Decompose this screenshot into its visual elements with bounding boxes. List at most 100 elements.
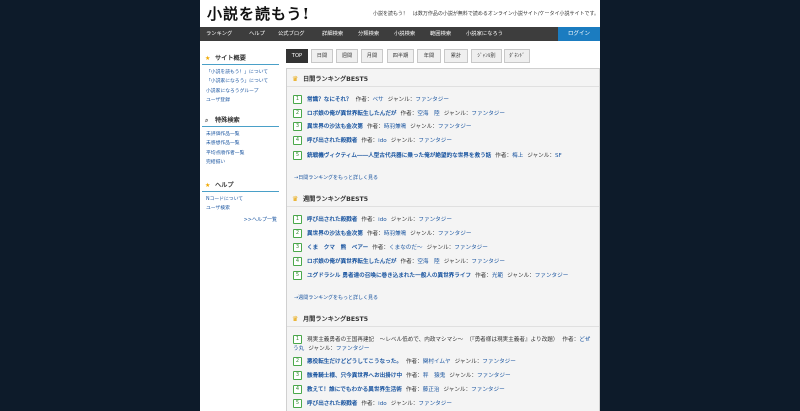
sidebar-link-group[interactable]: 小説家になろうグループ [206,87,279,96]
sidebar-link-register[interactable]: ユーザ登録 [206,96,279,105]
author-link[interactable]: 時羽兼鳴 [384,124,406,130]
author-link[interactable]: 関村イムヤ [423,359,451,365]
author-link[interactable]: 秤 猿鬼 [423,373,445,379]
weekly-ranking: ♛ 週間ランキングBEST5 1 呼び出された殺戮者 作者：ido ジャンル：ファンタジ… [287,193,599,301]
site-tagline: 小説を読もう！ は数万作品の小説が無料で読めるオンライン小説サイト/ケータイ小説… [373,11,600,17]
sidebar-link-about-yomou[interactable]: 「小説を読もう！」について [206,68,279,77]
novel-title[interactable]: ユグドラシル 勇者達の召喚に巻き込まれた一般人の異世界ライフ [307,273,471,279]
daily-ranking: ♛ 日間ランキングBEST5 1 常識？なにそれ？ 作者：ベサ ジャンル：ファンタジー … [287,73,599,181]
novel-title[interactable]: 教えて！誰にでもわかる異世界生活術 [307,387,402,393]
author-link[interactable]: ベサ [372,97,383,103]
ranking-row: 1 常識？なにそれ？ 作者：ベサ ジャンル：ファンタジー [293,95,593,105]
tab-weekly[interactable]: 週間 [336,49,358,63]
sidebar-link-unrated[interactable]: 未評価作品一覧 [206,130,279,139]
genre-link[interactable]: ファンタジー [418,401,452,407]
nav-narou[interactable]: 小説家になろう [466,27,503,41]
genre-link[interactable]: SF [555,153,562,159]
novel-title[interactable]: 現実主義勇者の王国再建記 ～レベル低めで、内政マシマシ～ （『勇者様は現実主義者… [307,337,558,343]
tab-quarterly[interactable]: 四半期 [387,49,414,63]
novel-title[interactable]: ロボ娘の俺が異世界転生したんだが [307,111,397,117]
crown-icon: ♛ [292,195,299,203]
nav-detail-search[interactable]: 詳細検索 [322,27,343,41]
novel-title[interactable]: 呼び出された殺戮者 [307,401,357,407]
novel-title[interactable]: 常識？なにそれ？ [307,97,352,103]
sidebar-link-user-search[interactable]: ユーザ検索 [206,204,279,213]
genre-link[interactable]: ファンタジー [477,373,511,379]
search-icon: ⌕ [205,117,209,124]
login-button[interactable]: ログイン [558,27,600,41]
author-link[interactable]: 時羽兼鳴 [384,231,406,237]
nav-official-blog[interactable]: 公式ブログ [278,27,305,41]
sidebar-link-avg-authors[interactable]: 平均点順作者一覧 [206,149,279,158]
rank-badge: 1 [293,95,302,104]
novel-title[interactable]: 異世界の沙汰も金次第 [307,124,363,130]
author-link[interactable]: 藤正治 [423,387,440,393]
novel-title[interactable]: 呼び出された殺戮者 [307,138,357,144]
ranking-row: 1 呼び出された殺戮者 作者：ido ジャンル：ファンタジー [293,215,593,225]
genre-link[interactable]: ファンタジー [471,387,505,393]
tab-daily[interactable]: 日間 [311,49,333,63]
nav-range-search[interactable]: 範囲検索 [430,27,451,41]
main-nav: ランキング ヘルプ 公式ブログ 詳細検索 分類検索 小説検索 範囲検索 小説家に… [200,27,600,41]
genre-link[interactable]: ファンタジー [438,231,472,237]
genre-link[interactable]: ファンタジー [415,97,449,103]
rank-badge: 5 [293,151,302,160]
ranking-row: 5 ユグドラシル 勇者達の召喚に巻き込まれた一般人の異世界ライフ 作者：光範 ジャンル… [293,271,593,281]
author-link[interactable]: ido [378,217,387,223]
monthly-ranking: ♛ 月間ランキングBEST5 1 現実主義勇者の王国再建記 ～レベル低めで、内政マシ… [287,313,599,408]
nav-help[interactable]: ヘルプ [249,27,265,41]
tab-top[interactable]: TOP [286,49,308,63]
novel-title[interactable]: 骸骨騎士様、只今異世界へお出掛け中 [307,373,402,379]
sidebar-overview-title: ★ サイト概要 [202,53,279,65]
genre-link[interactable]: ファンタジー [471,111,505,117]
weekly-more-link[interactable]: →週間ランキングをもっと詳しく見る [294,294,378,301]
rank-badge: 3 [293,122,302,131]
nav-novel-search[interactable]: 小説検索 [394,27,415,41]
novel-title[interactable]: 呼び出された殺戮者 [307,217,357,223]
sidebar-help: ★ ヘルプ Nコードについて ユーザ検索 >>ヘルプ一覧 [202,180,279,223]
sidebar-link-ncode[interactable]: Nコードについて [206,195,279,204]
novel-title[interactable]: 銃戦機ヴィクティム――人型古代兵器に乗った俺が絶望的な世界を救う話 [307,153,491,159]
ranking-panel: ♛ 日間ランキングBEST5 1 常識？なにそれ？ 作者：ベサ ジャンル：ファンタジー … [286,68,600,411]
novel-title[interactable]: 悪役転生だけどどうしてこうなった。 [307,359,402,365]
nav-category-search[interactable]: 分類検索 [358,27,379,41]
tab-total[interactable]: 累計 [444,49,468,63]
rank-badge: 1 [293,335,302,344]
nav-ranking[interactable]: ランキング [206,27,232,41]
ranking-row: 3 骸骨騎士様、只今異世界へお出掛け中 作者：秤 猿鬼 ジャンル：ファンタジー [293,371,593,381]
genre-link[interactable]: ファンタジー [482,359,516,365]
tab-yearly[interactable]: 年間 [417,49,441,63]
genre-link[interactable]: ファンタジー [471,259,505,265]
author-link[interactable]: 空海 陸 [417,111,439,117]
sidebar-help-more[interactable]: >>ヘルプ一覧 [202,216,279,223]
sidebar-help-title: ★ ヘルプ [202,180,279,192]
author-link[interactable]: 光範 [492,273,503,279]
sidebar: ★ サイト概要 「小説を読もう！」について 「小説家になろう」について 小説家にな… [200,48,280,411]
sidebar-link-complete[interactable]: 完結揃い [206,158,279,167]
tab-danend[interactable]: ﾀﾞﾈﾝﾄﾞ [504,49,530,63]
genre-link[interactable]: ファンタジー [418,217,452,223]
genre-link[interactable]: ファンタジー [418,138,452,144]
sidebar-overview: ★ サイト概要 「小説を読もう！」について 「小説家になろう」について 小説家にな… [202,53,279,105]
author-link[interactable]: くまなのだ～ [389,245,423,251]
genre-link[interactable]: ファンタジー [454,245,488,251]
author-link[interactable]: ido [378,401,387,407]
sidebar-link-no-review[interactable]: 未感想作品一覧 [206,139,279,148]
sidebar-link-about-narou[interactable]: 「小説家になろう」について [206,77,279,86]
daily-more-link[interactable]: →日間ランキングをもっと詳しく見る [294,174,378,181]
genre-link[interactable]: ファンタジー [438,124,472,130]
novel-title[interactable]: 異世界の沙汰も金次第 [307,231,363,237]
ranking-row: 4 教えて！誰にでもわかる異世界生活術 作者：藤正治 ジャンル：ファンタジー [293,385,593,395]
page: 小説を読もう! 小説を読もう！ は数万作品の小説が無料で読めるオンライン小説サイ… [200,0,600,411]
rank-badge: 1 [293,215,302,224]
author-link[interactable]: 空海 陸 [417,259,439,265]
novel-title[interactable]: くま クマ 熊 ベアー [307,245,368,251]
novel-title[interactable]: ロボ娘の俺が異世界転生したんだが [307,259,397,265]
genre-link[interactable]: ファンタジー [535,273,569,279]
author-link[interactable]: ido [378,138,387,144]
genre-link[interactable]: ファンタジー [336,346,370,352]
author-link[interactable]: 梅上 [512,153,523,159]
site-logo[interactable]: 小説を読もう! [207,3,310,24]
tab-genre[interactable]: ｼﾞｬﾝﾙ別 [471,49,502,63]
tab-monthly[interactable]: 月間 [361,49,383,63]
